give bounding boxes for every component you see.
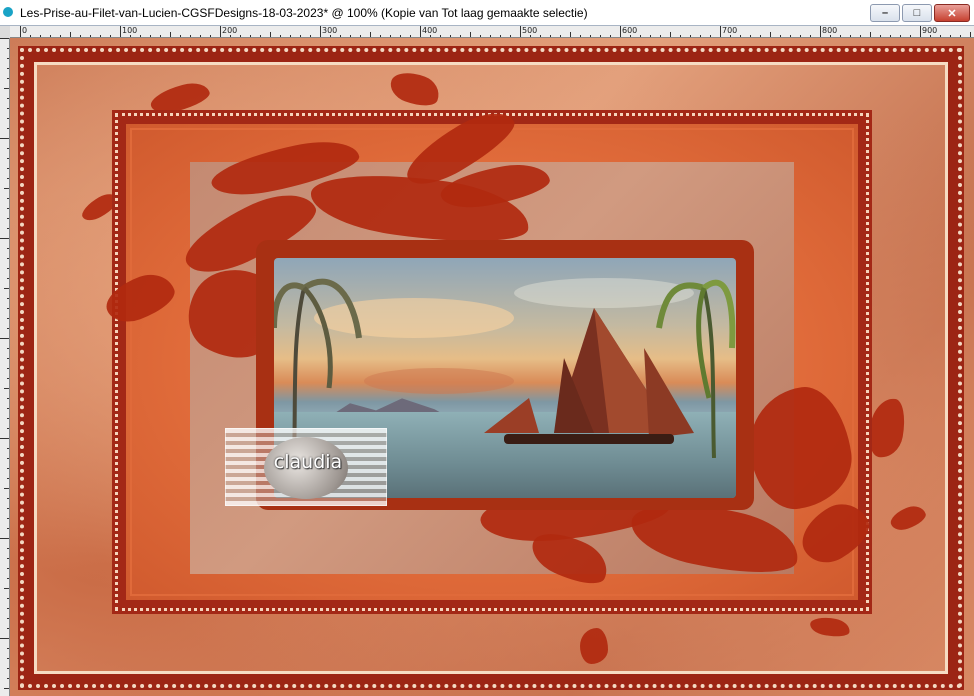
maximize-icon: □ <box>913 7 921 19</box>
ruler-tick <box>0 238 9 239</box>
maximize-button[interactable]: □ <box>902 4 932 22</box>
close-button[interactable]: ✕ <box>934 4 970 22</box>
ruler-tick <box>0 38 9 39</box>
claudia-watermark: claudia <box>225 428 387 506</box>
horizontal-ruler[interactable]: 0 100 200 300 400 500 600 700 800 900 <box>10 26 974 38</box>
ruler-tick <box>520 26 521 37</box>
app-icon <box>3 7 13 17</box>
ruler-tick <box>0 638 9 639</box>
ruler-tick <box>320 26 321 37</box>
ruler-tick <box>120 26 121 37</box>
minimize-icon: – <box>881 7 889 19</box>
window-title: Les-Prise-au-Filet-van-Lucien-CGSFDesign… <box>20 6 588 20</box>
ruler-label: 600 <box>622 26 638 35</box>
ruler-tick <box>720 26 721 37</box>
image-canvas[interactable]: claudia <box>10 38 974 696</box>
ruler-tick <box>920 26 921 37</box>
vertical-ruler[interactable] <box>0 38 10 696</box>
ruler-tick <box>220 26 221 37</box>
ruler-label: 0 <box>22 26 28 35</box>
palm-tree-right <box>656 279 736 458</box>
window-titlebar[interactable]: Les-Prise-au-Filet-van-Lucien-CGSFDesign… <box>0 0 974 26</box>
ruler-label: 700 <box>722 26 738 35</box>
ruler-label: 800 <box>822 26 838 35</box>
ruler-corner <box>0 26 10 38</box>
ruler-tick <box>0 138 9 139</box>
ruler-label: 100 <box>122 26 138 35</box>
ruler-tick <box>820 26 821 37</box>
ruler-label: 300 <box>322 26 338 35</box>
close-icon: ✕ <box>947 7 957 20</box>
ruler-label: 200 <box>222 26 238 35</box>
ruler-tick <box>0 338 9 339</box>
ruler-tick <box>0 538 9 539</box>
ruler-tick <box>20 26 21 37</box>
ruler-label: 400 <box>422 26 438 35</box>
ruler-tick <box>0 438 9 439</box>
ruler-label: 500 <box>522 26 538 35</box>
ruler-tick <box>620 26 621 37</box>
leaf-ornament <box>580 628 608 664</box>
watermark-text: claudia <box>273 451 343 473</box>
ruler-tick <box>420 26 421 37</box>
ruler-label: 900 <box>922 26 938 35</box>
minimize-button[interactable]: – <box>870 4 900 22</box>
